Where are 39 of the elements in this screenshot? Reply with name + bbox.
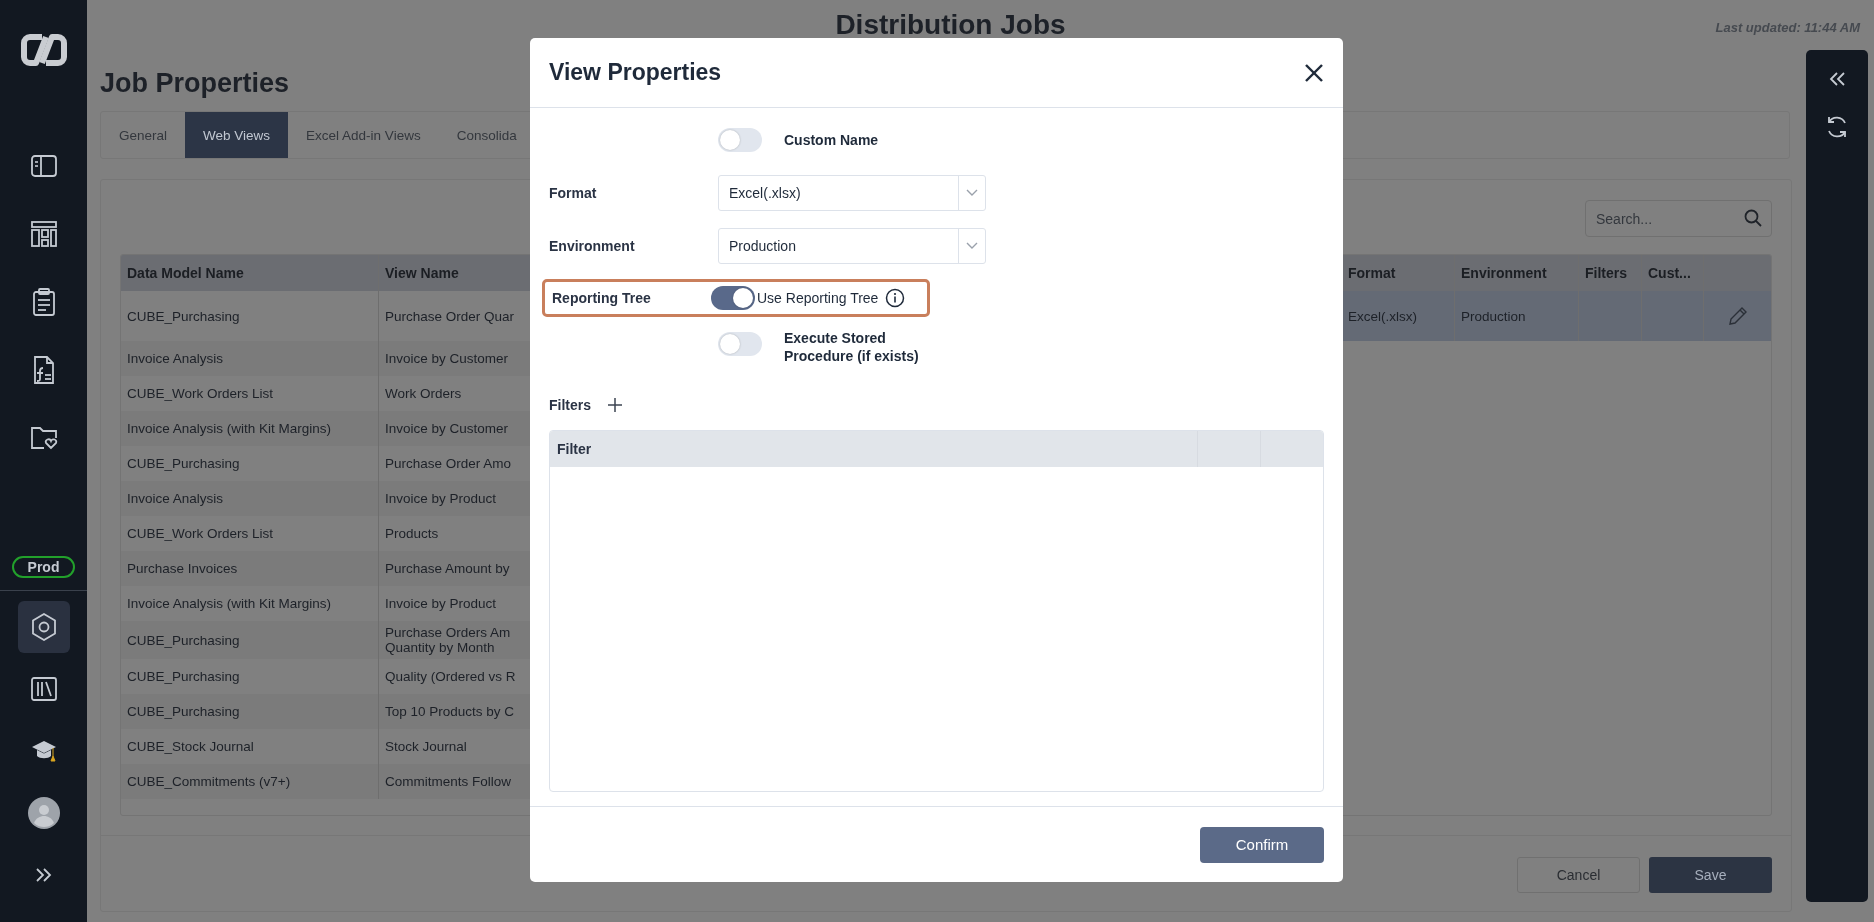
table-cell-text: Quality (Ordered vs R bbox=[384, 668, 517, 686]
table-cell: Invoice by Product bbox=[379, 481, 531, 516]
table-cell-text: Stock Journal bbox=[384, 738, 468, 756]
column-header: Format bbox=[1347, 264, 1397, 283]
dialog-title: View Properties bbox=[549, 59, 722, 86]
table-cell: CUBE_Purchasing bbox=[121, 621, 379, 659]
table-cell-text: Purchase Order Amo bbox=[384, 455, 513, 473]
table-cell: Excel(.xlsx) bbox=[1348, 308, 1417, 324]
app-title: Distribution Jobs bbox=[835, 9, 1066, 41]
table-cell: Purchase Orders Am Quantity by Month bbox=[379, 621, 531, 659]
table-cell: Purchase Invoices bbox=[121, 551, 379, 586]
table-cell: Commitments Follow bbox=[379, 764, 531, 799]
environment-badge: Prod bbox=[11, 556, 76, 578]
table-cell: Invoice Analysis bbox=[121, 481, 379, 516]
page-title: Job Properties bbox=[100, 68, 290, 99]
column-header: View Name bbox=[384, 264, 460, 283]
field-label: Reporting Tree bbox=[552, 290, 652, 306]
toggle-label: Execute Stored Procedure (if exists) bbox=[784, 329, 920, 365]
table-cell-text: Products bbox=[384, 525, 440, 543]
table-cell: Purchase Amount by bbox=[379, 551, 531, 586]
column-header: Filter bbox=[556, 441, 593, 457]
table-cell-text: Work Orders bbox=[384, 385, 463, 403]
section-label: Filters bbox=[549, 397, 591, 413]
table-cell: CUBE_Commitments (v7+) bbox=[121, 764, 379, 799]
toggle-label: Use Reporting Tree bbox=[757, 290, 879, 306]
table-cell: Invoice Analysis bbox=[121, 341, 379, 376]
toggle-label: Custom Name bbox=[784, 132, 879, 148]
field-label: Environment bbox=[549, 238, 636, 254]
table-cell: CUBE_Purchasing bbox=[121, 694, 379, 729]
table-cell: Invoice Analysis (with Kit Margins) bbox=[121, 411, 379, 446]
table-cell: Invoice by Customer bbox=[379, 341, 531, 376]
last-updated-text: Last updated: 11:44 AM bbox=[1715, 20, 1860, 35]
table-cell: Top 10 Products by C bbox=[379, 694, 531, 729]
table-cell-text: Purchase Order Quar bbox=[384, 307, 516, 326]
column-header: Data Model Name bbox=[121, 255, 379, 291]
table-cell: Production bbox=[1461, 308, 1526, 324]
field-label: Format bbox=[549, 185, 598, 201]
table-cell-text: Invoice by Product bbox=[384, 595, 498, 613]
table-cell: Invoice by Customer bbox=[379, 411, 531, 446]
